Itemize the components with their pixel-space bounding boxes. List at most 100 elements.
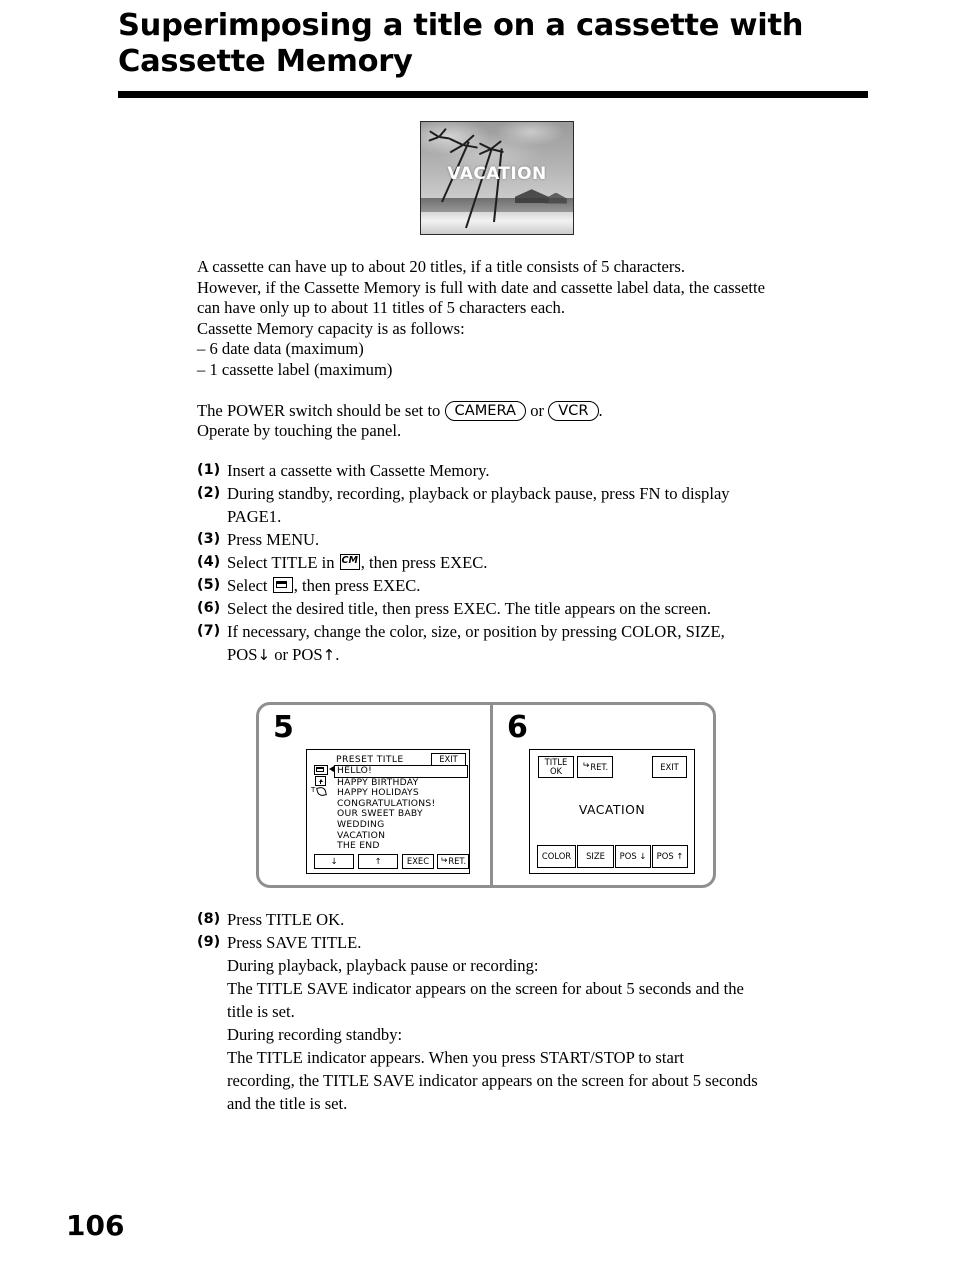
power-prefix-text: The POWER switch should be set to <box>197 400 441 420</box>
step-5-pre-text: Select <box>227 576 268 595</box>
intro-line-4: Cassette Memory capacity is as follows: <box>197 318 465 338</box>
step-9-line-7: and the title is set. <box>227 1094 348 1113</box>
step-2: (2) During standby, recording, playback … <box>197 482 877 505</box>
intro-line-2: However, if the Cassette Memory is full … <box>197 277 765 297</box>
intro-text-block: A cassette can have up to about 20 title… <box>197 257 869 442</box>
step-6: (6) Select the desired title, then press… <box>197 597 877 620</box>
lcd-screen-preset-title: PRESET TITLE EXIT T HELLO! HAPPY BIRTHDA… <box>306 749 470 874</box>
step-5: (5) Select , then press EXEC. <box>197 574 877 597</box>
step-7-number: (7) <box>197 623 221 639</box>
return-button-label: RET. <box>448 856 467 867</box>
step-1-number: (1) <box>197 462 221 478</box>
step-3-text: Press MENU. <box>227 530 320 549</box>
intro-line-6: – 1 cassette label (maximum) <box>197 359 393 379</box>
intro-line-3: can have only up to about 11 titles of 5… <box>197 298 565 318</box>
panel-6-number: 6 <box>507 710 528 745</box>
pencil-icon-label: T <box>311 785 316 794</box>
illustration-panel-5: 5 PRESET TITLE EXIT T HELLO! HAPPY BIRTH… <box>259 705 490 885</box>
step-9-line-6: recording, the TITLE SAVE indicator appe… <box>227 1071 758 1090</box>
procedure-steps-1-7: (1) Insert a cassette with Cassette Memo… <box>197 459 877 667</box>
size-button[interactable]: SIZE <box>577 845 614 868</box>
step-4-pre-text: Select TITLE in <box>227 553 335 572</box>
step-7-pos-label: POS <box>227 645 258 664</box>
step-9-line-5: The TITLE indicator appears. When you pr… <box>227 1048 684 1067</box>
return-button-label: RET. <box>590 761 609 772</box>
step-4: (4) Select TITLE in , then press EXEC. <box>197 551 877 574</box>
title-ok-line-2: OK <box>549 766 563 776</box>
list-item[interactable]: WEDDING <box>336 819 467 831</box>
folder-category-row[interactable] <box>311 764 335 775</box>
power-switch-line: The POWER switch should be set to CAMERA… <box>197 400 869 422</box>
step-2-text: During standby, recording, playback or p… <box>227 484 730 503</box>
step-9: (9) Press SAVE TITLE. <box>197 931 877 954</box>
step-9-text: Press SAVE TITLE. <box>227 933 362 952</box>
step-8-number: (8) <box>197 911 221 927</box>
scroll-down-button[interactable]: ↓ <box>314 854 354 869</box>
title-ok-button[interactable]: TITLE OK <box>538 756 574 778</box>
cassette-memory-icon <box>339 554 360 570</box>
step-9-line-1: During playback, playback pause or recor… <box>227 956 539 975</box>
photo-sand <box>421 211 573 234</box>
step-8: (8) Press TITLE OK. <box>197 908 877 931</box>
list-item[interactable]: THE END <box>336 841 467 852</box>
scroll-up-button[interactable]: ↑ <box>358 854 398 869</box>
step-5-text: Select , then press EXEC. <box>227 574 877 597</box>
step-7-continuation: POS↓ or POS↑. <box>197 643 877 667</box>
step-9-number: (9) <box>197 934 221 950</box>
step-2-number: (2) <box>197 485 221 501</box>
category-icon-column: T <box>311 764 335 798</box>
exec-button[interactable]: EXEC <box>402 854 434 869</box>
power-suffix-text: . <box>598 400 603 420</box>
step-4-number: (4) <box>197 554 221 570</box>
intro-line-1: A cassette can have up to about 20 title… <box>197 257 685 276</box>
page-header: Superimposing a title on a cassette with… <box>118 8 868 80</box>
folder-icon <box>314 764 328 775</box>
step-7: (7) If necessary, change the color, size… <box>197 620 877 643</box>
preset-title-list: HELLO! HAPPY BIRTHDAY HAPPY HOLIDAYS CON… <box>334 765 468 852</box>
intro-line-5: – 6 date data (maximum) <box>197 339 364 359</box>
step-3: (3) Press MENU. <box>197 528 877 551</box>
step-5-number: (5) <box>197 577 221 593</box>
step-4-text: Select TITLE in , then press EXEC. <box>227 551 877 574</box>
step-7-text: If necessary, change the color, size, or… <box>227 622 725 641</box>
pencil-icon <box>316 786 327 798</box>
step-9-line-2: The TITLE SAVE indicator appears on the … <box>227 979 744 998</box>
color-button[interactable]: COLOR <box>537 845 576 868</box>
preset-title-heading: PRESET TITLE <box>336 754 404 765</box>
lcd-screen-title-edit: TITLE OK ↵ RET. EXIT VACATION COLOR SIZE … <box>529 749 695 874</box>
archive-category-row[interactable] <box>311 775 335 786</box>
panel6-button-row: COLOR SIZE POS ↓ POS ↑ <box>537 845 688 868</box>
illustration-panel-6: 6 TITLE OK ↵ RET. EXIT VACATION COLOR SIZ… <box>493 705 713 885</box>
exit-button-panel6[interactable]: EXIT <box>652 756 687 778</box>
step-1-text: Insert a cassette with Cassette Memory. <box>227 461 490 480</box>
step-5-post-text: , then press EXEC. <box>293 576 421 595</box>
camera-mode-pill: CAMERA <box>444 400 527 421</box>
photo-title-overlay: VACATION <box>447 164 547 184</box>
step-9-line-4: During recording standby: <box>227 1025 403 1044</box>
arrow-down-icon: ↓ <box>257 646 271 664</box>
step-7-mid-text: or POS <box>274 645 323 664</box>
power-or-text: or <box>530 400 545 420</box>
step-8-text: Press TITLE OK. <box>227 910 345 929</box>
pencil-category-row[interactable]: T <box>311 785 335 798</box>
step-6-number: (6) <box>197 600 221 616</box>
return-arrow-icon: ↵ <box>439 855 448 866</box>
position-up-button[interactable]: POS ↑ <box>652 845 688 868</box>
return-arrow-icon: ↵ <box>581 761 590 772</box>
beach-photo-figure: VACATION <box>420 121 574 235</box>
list-item[interactable]: HELLO! <box>334 765 468 778</box>
screen-illustration-frame: 5 PRESET TITLE EXIT T HELLO! HAPPY BIRTH… <box>256 702 716 888</box>
step-2-continuation: PAGE1. <box>227 507 282 526</box>
step-9-line-3: title is set. <box>227 1002 295 1021</box>
operate-line: Operate by touching the panel. <box>197 421 402 441</box>
step-7-post-text: . <box>335 645 340 664</box>
return-button-panel5[interactable]: ↵ RET. <box>437 854 469 869</box>
step-3-number: (3) <box>197 531 221 547</box>
panel5-button-row: ↓ ↑ EXEC ↵ RET. <box>314 854 469 869</box>
return-button-panel6[interactable]: ↵ RET. <box>577 756 613 778</box>
procedure-steps-8-9: (8) Press TITLE OK. (9) Press SAVE TITLE… <box>197 908 877 1115</box>
step-6-text: Select the desired title, then press EXE… <box>227 599 711 618</box>
page-number: 106 <box>66 1209 125 1242</box>
position-down-button[interactable]: POS ↓ <box>615 845 651 868</box>
